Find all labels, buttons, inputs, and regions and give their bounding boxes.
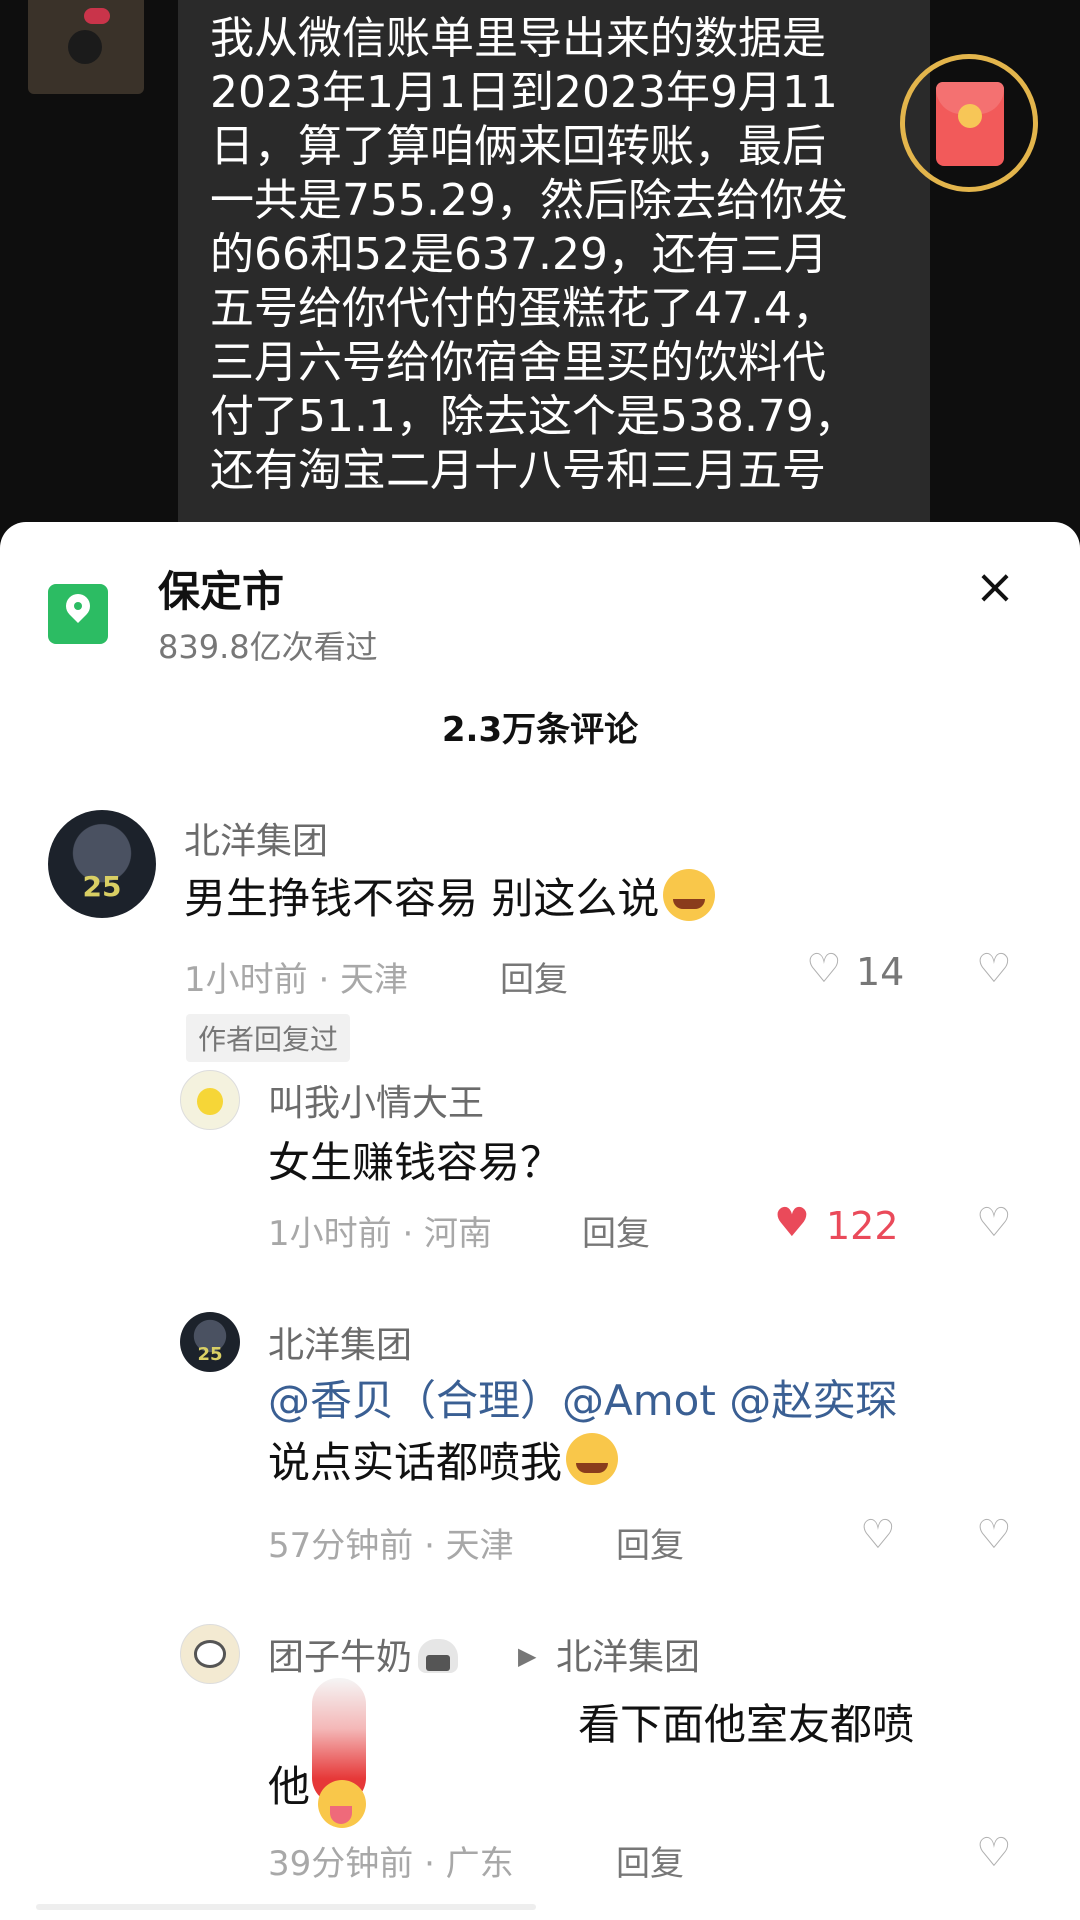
location-view-count: 839.8亿次看过	[158, 628, 378, 666]
avatar[interactable]: 25	[180, 1312, 240, 1372]
broken-heart-icon[interactable]: ♡	[976, 1200, 1012, 1246]
chat-message-text: 我从微信账单里导出来的数据是 2023年1月1日到2023年9月11 日，算了算…	[210, 13, 858, 496]
comment-username[interactable]: 叫我小情大王	[268, 1074, 484, 1126]
comment-count: 2.3万条评论	[441, 710, 639, 750]
mention-link[interactable]: @香贝（合理）	[268, 1376, 562, 1425]
avatar[interactable]	[180, 1624, 240, 1684]
comment-username[interactable]: 团子牛奶	[268, 1628, 459, 1680]
comment-username[interactable]: 北洋集团	[268, 1316, 412, 1368]
avatar[interactable]	[180, 1070, 240, 1130]
close-icon[interactable]: ×	[970, 562, 1020, 612]
comment-username-text: 团子牛奶	[268, 1637, 413, 1678]
comment-username[interactable]: 北洋集团	[184, 812, 328, 864]
red-packet-coin	[958, 104, 982, 128]
reply-arrow-icon: ▶	[518, 1642, 537, 1670]
comment-meta: 39分钟前 · 广东	[268, 1844, 514, 1884]
comment-text: 看下面他室友都喷	[578, 1700, 915, 1749]
location-pin-icon	[48, 584, 108, 644]
chat-avatar-thumbnail	[28, 0, 144, 94]
comment-meta: 1小时前 · 天津	[184, 960, 409, 1000]
comment-text-continued: 他	[268, 1762, 311, 1811]
broken-heart-icon[interactable]: ♡	[976, 946, 1012, 992]
bow-decoration	[84, 8, 110, 24]
like-count: 122	[826, 1204, 899, 1248]
heart-filled-icon[interactable]: ♥	[774, 1200, 810, 1246]
author-replied-tag: 作者回复过	[186, 1014, 351, 1062]
comment-meta: 57分钟前 · 天津	[268, 1526, 514, 1566]
comment-text-body: 说点实话都喷我	[268, 1438, 563, 1487]
reply-to-username[interactable]: 北洋集团	[556, 1628, 700, 1680]
avatar[interactable]: 25	[48, 810, 156, 918]
comment-meta: 1小时前 · 河南	[268, 1214, 493, 1254]
broken-heart-icon[interactable]: ♡	[976, 1830, 1012, 1876]
scroll-indicator	[36, 1904, 536, 1910]
heart-icon[interactable]: ♡	[860, 1512, 896, 1558]
tongue-out-emoji-icon	[318, 1780, 366, 1828]
rofl-emoji-icon	[663, 869, 716, 921]
reply-button[interactable]: 回复	[616, 1836, 684, 1885]
mention-link[interactable]: @Amot	[562, 1376, 716, 1425]
sheep-icon	[193, 1640, 227, 1668]
comments-sheet: 保定市 839.8亿次看过 × 2.3万条评论	[0, 522, 1080, 1920]
doll-decoration	[68, 30, 102, 64]
red-packet-icon[interactable]	[936, 82, 1004, 166]
avatar-jersey-number: 25	[82, 870, 122, 903]
comment-text: 男生挣钱不容易 别这么说	[184, 868, 716, 930]
like-count: 14	[856, 950, 905, 994]
video-background[interactable]: 我从微信账单里导出来的数据是 2023年1月1日到2023年9月11 日，算了算…	[0, 0, 1080, 540]
avatar-jersey-number: 25	[197, 1344, 223, 1365]
chick-icon	[197, 1088, 223, 1116]
comment-text: 女生赚钱容易？	[268, 1138, 563, 1187]
location-title[interactable]: 保定市	[158, 558, 284, 619]
comment-text-body: 男生挣钱不容易 别这么说	[184, 874, 660, 923]
broken-heart-icon[interactable]: ♡	[976, 1512, 1012, 1558]
reply-button[interactable]: 回复	[582, 1206, 650, 1255]
rofl-emoji-icon	[566, 1433, 619, 1485]
comment-text: @香贝（合理）@Amot @赵奕琛 说点实话都喷我	[268, 1370, 1028, 1494]
rice-ball-icon	[418, 1639, 459, 1673]
reply-button[interactable]: 回复	[500, 952, 568, 1001]
mention-link[interactable]: @赵奕琛	[729, 1376, 897, 1425]
reply-button[interactable]: 回复	[616, 1518, 684, 1567]
heart-icon[interactable]: ♡	[806, 946, 842, 992]
